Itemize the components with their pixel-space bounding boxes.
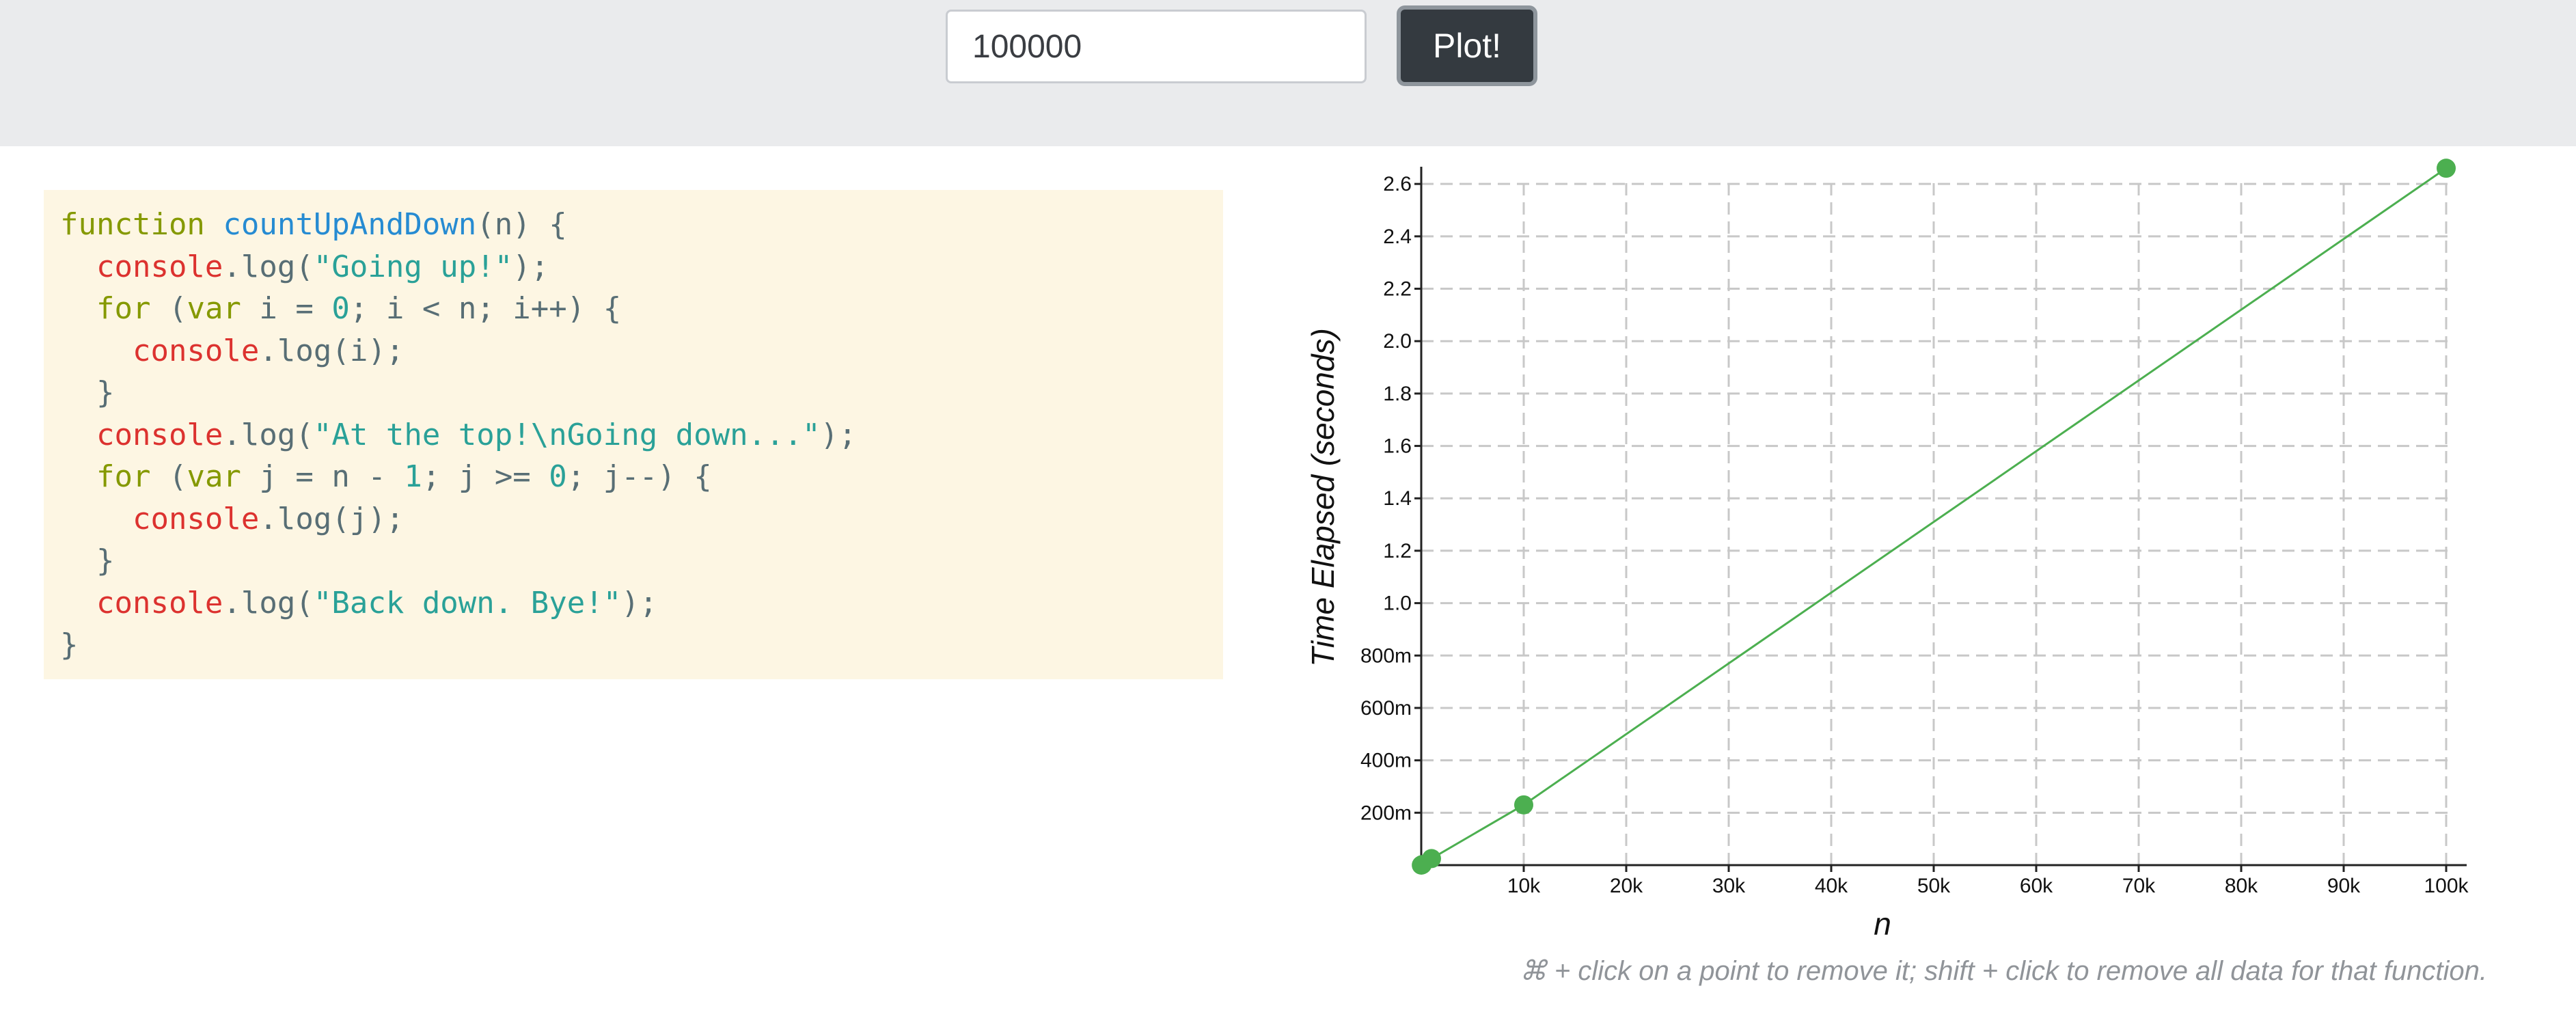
code-token: 0	[549, 459, 567, 494]
y-tick-label: 2.6	[1383, 173, 1412, 195]
code-token: j = n -	[241, 459, 405, 494]
code-token: console	[96, 417, 223, 452]
data-point	[1514, 795, 1533, 815]
code-line: console.log("Going up!");	[60, 246, 1223, 288]
code-token: .log(	[223, 249, 314, 284]
code-token: function	[60, 207, 223, 242]
code-token: i =	[241, 291, 332, 326]
code-block: function countUpAndDown(n) { console.log…	[60, 204, 1223, 666]
code-token: "Back down. Bye!"	[313, 585, 622, 620]
y-axis-title: Time Elapsed (seconds)	[1305, 328, 1341, 667]
code-token: countUpAndDown	[223, 207, 477, 242]
code-line: console.log("At the top!\nGoing down..."…	[60, 414, 1223, 456]
code-token: .log(i);	[259, 333, 405, 368]
plot-button[interactable]: Plot!	[1397, 5, 1537, 86]
y-tick-label: 400m	[1360, 750, 1412, 772]
code-line: }	[60, 624, 1223, 666]
code-line: for (var i = 0; i < n; i++) {	[60, 288, 1223, 330]
data-point	[2437, 159, 2456, 178]
code-token: console	[96, 585, 223, 620]
y-tick-label: 200m	[1360, 802, 1412, 824]
x-tick-label: 20k	[1610, 875, 1643, 897]
x-tick-label: 70k	[2122, 875, 2156, 897]
code-line: console.log(j);	[60, 498, 1223, 541]
code-token: (	[150, 459, 187, 494]
code-token: console	[132, 501, 260, 536]
x-tick-label: 100k	[2424, 875, 2469, 897]
code-token: }	[60, 375, 115, 410]
code-token: 0	[331, 291, 350, 326]
code-token: .log(j);	[259, 501, 405, 536]
y-tick-label: 800m	[1360, 644, 1412, 667]
code-token: console	[96, 249, 223, 284]
data-point	[1422, 849, 1441, 869]
x-tick-label: 10k	[1507, 875, 1541, 897]
y-tick-label: 1.2	[1383, 540, 1412, 562]
y-tick-label: 600m	[1360, 697, 1412, 720]
y-tick-label: 1.6	[1383, 435, 1412, 458]
y-tick-label: 1.4	[1383, 487, 1412, 510]
code-token: );	[512, 249, 549, 284]
code-token: 1	[404, 459, 422, 494]
x-tick-label: 90k	[2327, 875, 2361, 897]
code-token: .log(	[223, 585, 314, 620]
code-line: }	[60, 372, 1223, 414]
y-tick-label: 2.0	[1383, 330, 1412, 353]
remove-hint: ⌘ + click on a point to remove it; shift…	[1519, 956, 2487, 986]
code-line: console.log("Back down. Bye!");	[60, 582, 1223, 625]
code-token: ; j >=	[422, 459, 549, 494]
code-token: }	[60, 627, 79, 662]
code-token: );	[820, 417, 857, 452]
code-token: console	[132, 333, 260, 368]
code-token: var	[187, 459, 241, 494]
code-token: (n) {	[476, 207, 567, 242]
y-tick-label: 2.2	[1383, 278, 1412, 301]
time-chart: 10k 20k 30k 40k 50k 60k 70k 80k 90k 100k 200m 400m 6…	[1285, 150, 2487, 970]
code-line: function countUpAndDown(n) {	[60, 204, 1223, 246]
x-tick-label: 60k	[2020, 875, 2053, 897]
code-token: ; j--) {	[566, 459, 712, 494]
code-token: ; i < n; i++) {	[349, 291, 622, 326]
code-token: for	[96, 291, 151, 326]
y-tick-label: 1.0	[1383, 592, 1412, 615]
code-token: .log(	[223, 417, 314, 452]
toolbar: Plot!	[0, 0, 2576, 146]
n-input[interactable]	[946, 10, 1367, 83]
code-token: var	[187, 291, 241, 326]
code-token: "Going up!"	[313, 249, 513, 284]
code-token: (	[150, 291, 187, 326]
code-token: for	[96, 459, 151, 494]
y-tick-label: 2.4	[1383, 226, 1412, 248]
code-token: }	[60, 543, 115, 578]
code-panel: function countUpAndDown(n) { console.log…	[44, 190, 1223, 679]
y-tick-label: 1.8	[1383, 383, 1412, 405]
code-token: );	[621, 585, 658, 620]
x-tick-label: 40k	[1815, 875, 1848, 897]
x-axis-title: n	[1874, 906, 1891, 942]
code-line: console.log(i);	[60, 330, 1223, 372]
code-token: "At the top!\nGoing down..."	[313, 417, 821, 452]
code-line: }	[60, 540, 1223, 582]
chart-svg: 10k 20k 30k 40k 50k 60k 70k 80k 90k 100k 200m 400m 6…	[1305, 159, 2469, 942]
code-line: for (var j = n - 1; j >= 0; j--) {	[60, 456, 1223, 498]
x-tick-label: 80k	[2225, 875, 2258, 897]
x-tick-label: 30k	[1712, 875, 1746, 897]
x-tick-label: 50k	[1917, 875, 1951, 897]
